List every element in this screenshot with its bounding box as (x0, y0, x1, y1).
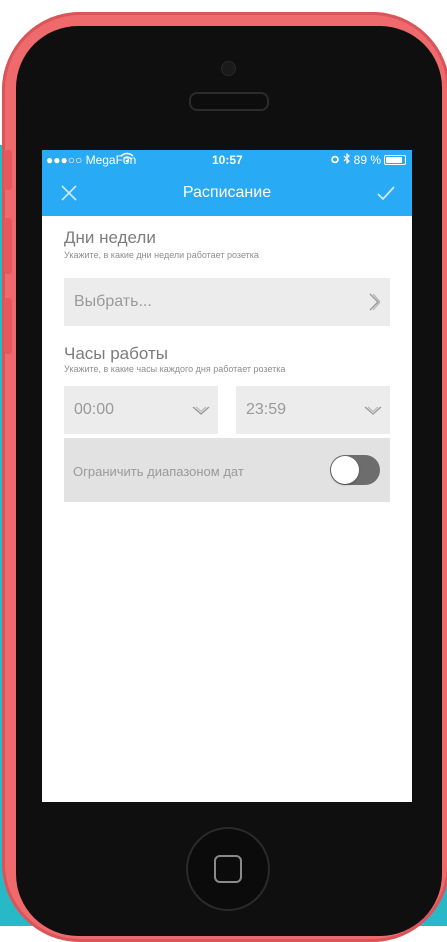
app-screen: ●●●○○ MegaFon 10:57 89 % Расписание Дни … (42, 150, 412, 802)
battery-icon (384, 155, 406, 165)
wifi-icon (120, 152, 134, 166)
days-section-subtitle: Укажите, в какие дни недели работает роз… (64, 250, 259, 260)
end-time-value: 23:59 (246, 401, 287, 418)
earpiece-speaker (189, 92, 269, 111)
volume-down-button (4, 298, 12, 354)
bluetooth-icon (343, 152, 351, 167)
days-section-title: Дни недели (64, 228, 156, 247)
chevron-right-icon (368, 292, 381, 317)
start-time-select[interactable]: 00:00 (64, 386, 218, 434)
end-time-select[interactable]: 23:59 (236, 386, 390, 434)
battery-percent: 89 % (353, 153, 381, 167)
volume-up-button (4, 218, 12, 274)
checkmark-icon[interactable] (376, 185, 396, 206)
alarm-icon (330, 153, 340, 167)
chevron-down-icon (192, 404, 210, 422)
date-limit-label: Ограничить диапазоном дат (73, 464, 244, 479)
days-select[interactable]: Выбрать... (64, 278, 390, 326)
date-limit-toggle[interactable] (330, 455, 380, 485)
status-bar: ●●●○○ MegaFon 10:57 89 % (42, 150, 412, 170)
status-right-group: 89 % (330, 152, 406, 167)
days-select-label: Выбрать... (74, 293, 152, 310)
home-square-icon (214, 855, 242, 883)
home-button[interactable] (186, 827, 270, 911)
date-limit-row: Ограничить диапазоном дат (64, 438, 390, 502)
battery-fill (386, 157, 402, 163)
toggle-knob (331, 456, 359, 484)
page-title: Расписание (182, 184, 272, 201)
chevron-down-icon (364, 404, 382, 422)
front-camera (221, 61, 236, 76)
nav-bar: Расписание (42, 170, 412, 216)
hours-section-title: Часы работы (64, 344, 168, 363)
hours-section-subtitle: Укажите, в какие часы каждого дня работа… (64, 364, 286, 374)
mute-switch (4, 150, 12, 190)
start-time-value: 00:00 (74, 401, 115, 418)
clock: 10:57 (212, 153, 243, 167)
